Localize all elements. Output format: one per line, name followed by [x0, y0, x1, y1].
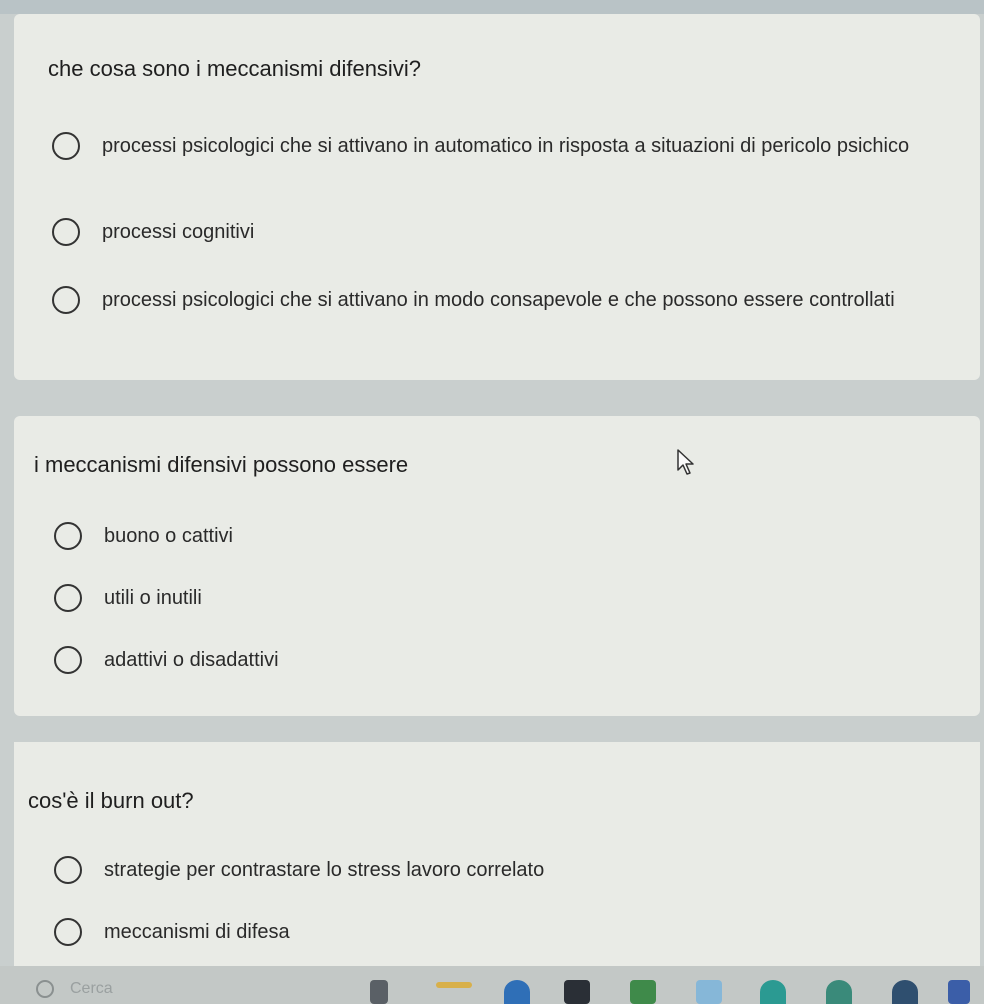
radio-button[interactable]	[54, 646, 82, 674]
radio-button[interactable]	[52, 286, 80, 314]
question-title: i meccanismi difensivi possono essere	[34, 452, 409, 477]
option-row[interactable]: processi cognitivi	[52, 218, 922, 246]
option-label: processi cognitivi	[102, 221, 255, 243]
app-icon[interactable]	[630, 980, 656, 1004]
option-row[interactable]: processi psicologici che si attivano in …	[52, 132, 922, 160]
radio-button[interactable]	[52, 218, 80, 246]
radio-button[interactable]	[54, 522, 82, 550]
option-row[interactable]: buono o cattivi	[54, 522, 924, 550]
radio-button[interactable]	[54, 918, 82, 946]
search-icon	[36, 980, 54, 998]
taskbar-search-label: Cerca	[70, 980, 113, 997]
app-icon[interactable]	[826, 980, 852, 1004]
app-icon[interactable]	[696, 980, 722, 1004]
mouse-cursor-icon	[677, 449, 694, 475]
option-label: meccanismi di difesa	[104, 921, 290, 943]
app-icon[interactable]	[760, 980, 786, 1004]
option-label: utili o inutili	[104, 587, 202, 609]
radio-button[interactable]	[54, 856, 82, 884]
taskbar: Cerca	[0, 966, 984, 1004]
store-icon[interactable]	[564, 980, 590, 1004]
question-card-3: cos'è il burn out? strategie per contras…	[14, 742, 980, 966]
folder-icon[interactable]	[436, 982, 472, 988]
taskbar-search[interactable]: Cerca	[36, 980, 113, 998]
radio-button[interactable]	[54, 584, 82, 612]
edge-browser-icon[interactable]	[504, 980, 530, 1004]
option-row[interactable]: utili o inutili	[54, 584, 924, 612]
option-label: processi psicologici che si attivano in …	[102, 135, 910, 157]
question-card-2: i meccanismi difensivi possono essere bu…	[14, 416, 980, 716]
question-card-1: che cosa sono i meccanismi difensivi? pr…	[14, 14, 980, 380]
option-label: processi psicologici che si attivano in …	[102, 289, 895, 311]
option-row[interactable]: processi psicologici che si attivano in …	[52, 286, 922, 314]
option-label: adattivi o disadattivi	[104, 649, 279, 671]
chrome-icon[interactable]	[892, 980, 918, 1004]
option-row[interactable]: meccanismi di difesa	[54, 918, 924, 946]
question-title: che cosa sono i meccanismi difensivi?	[48, 56, 421, 81]
option-label: strategie per contrastare lo stress lavo…	[104, 859, 545, 881]
taskbar-app-icon[interactable]	[370, 980, 388, 1004]
question-title: cos'è il burn out?	[28, 788, 194, 813]
option-row[interactable]: strategie per contrastare lo stress lavo…	[54, 856, 924, 884]
word-icon[interactable]	[948, 980, 970, 1004]
option-label: buono o cattivi	[104, 525, 233, 547]
radio-button[interactable]	[52, 132, 80, 160]
option-row[interactable]: adattivi o disadattivi	[54, 646, 924, 674]
top-strip	[0, 0, 984, 14]
